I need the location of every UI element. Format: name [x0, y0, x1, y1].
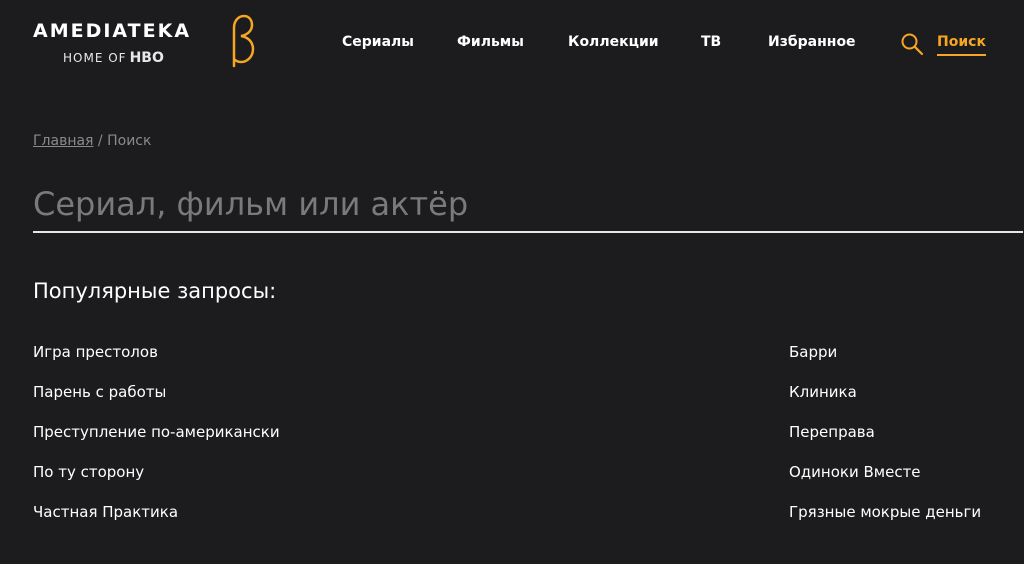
- popular-queries-right: Барри Клиника Переправа Одиноки Вместе Г…: [789, 342, 981, 542]
- logo-tagline: HOME OF HBO: [63, 50, 164, 66]
- popular-queries-title: Популярные запросы:: [33, 279, 277, 303]
- popular-query-item[interactable]: Парень с работы: [33, 382, 280, 422]
- popular-queries-left: Игра престолов Парень с работы Преступле…: [33, 342, 280, 542]
- nav-item-collections[interactable]: Коллекции: [568, 34, 659, 50]
- nav-item-favorites[interactable]: Избранное: [768, 34, 856, 50]
- popular-query-item[interactable]: Клиника: [789, 382, 981, 422]
- popular-query-item[interactable]: Грязные мокрые деньги: [789, 502, 981, 542]
- breadcrumb-current: Поиск: [107, 133, 152, 149]
- logo-wordmark: AMEDIATEKA: [33, 20, 192, 42]
- nav-search-label: Поиск: [937, 34, 986, 56]
- popular-query-item[interactable]: Частная Практика: [33, 502, 280, 542]
- search-icon: [901, 33, 924, 56]
- breadcrumb-home-link[interactable]: Главная: [33, 133, 93, 149]
- breadcrumb-separator: /: [93, 133, 108, 149]
- beta-icon: [232, 14, 255, 68]
- site-header: AMEDIATEKA HOME OF HBO Сериалы Фильмы Кол…: [0, 0, 1024, 90]
- popular-query-item[interactable]: Барри: [789, 342, 981, 382]
- search-field: [33, 178, 1023, 233]
- logo-tagline-prefix: HOME OF: [63, 51, 127, 65]
- nav-item-series[interactable]: Сериалы: [342, 34, 414, 50]
- search-input[interactable]: [33, 178, 1023, 230]
- popular-query-item[interactable]: По ту сторону: [33, 462, 280, 502]
- hbo-logo: HBO: [129, 50, 164, 66]
- nav-item-films[interactable]: Фильмы: [457, 34, 524, 50]
- page: AMEDIATEKA HOME OF HBO Сериалы Фильмы Кол…: [0, 0, 1024, 564]
- nav-item-tv[interactable]: ТВ: [701, 34, 721, 50]
- popular-query-item[interactable]: Игра престолов: [33, 342, 280, 382]
- amediateka-logo[interactable]: AMEDIATEKA HOME OF HBO: [33, 20, 213, 70]
- popular-query-item[interactable]: Переправа: [789, 422, 981, 462]
- breadcrumb: Главная / Поиск: [33, 133, 151, 149]
- popular-query-item[interactable]: Преступление по-американски: [33, 422, 280, 462]
- popular-query-item[interactable]: Одиноки Вместе: [789, 462, 981, 502]
